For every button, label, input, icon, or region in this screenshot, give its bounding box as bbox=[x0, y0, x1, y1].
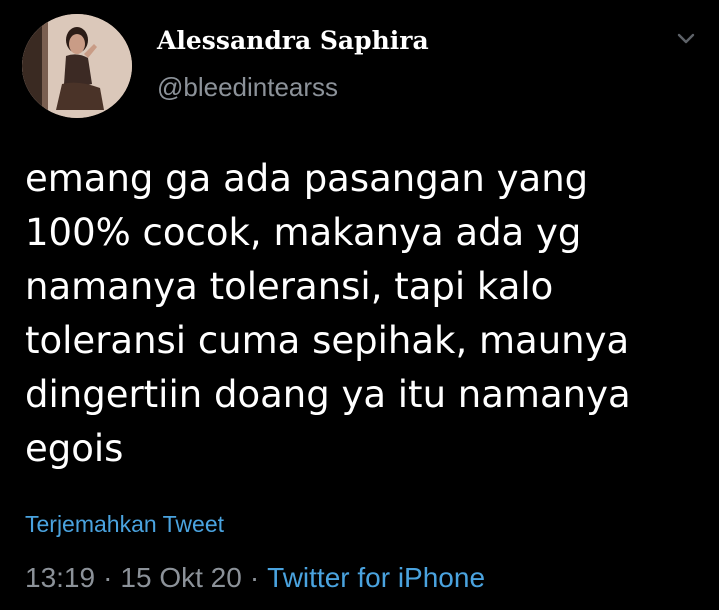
meta-separator: · bbox=[103, 562, 113, 593]
tweet-text-line: toleransi cuma sepihak, maunya bbox=[25, 319, 630, 362]
avatar-photo bbox=[22, 14, 132, 118]
tweet-source-link[interactable]: Twitter for iPhone bbox=[267, 559, 485, 597]
author-handle[interactable]: @bleedintearss bbox=[157, 70, 338, 104]
avatar[interactable] bbox=[22, 14, 132, 118]
translate-tweet-link[interactable]: Terjemahkan Tweet bbox=[25, 509, 224, 539]
tweet-text-line: 100% cocok, makanya ada yg bbox=[25, 211, 582, 254]
tweet-text-line: emang ga ada pasangan yang bbox=[25, 157, 589, 200]
author-display-name[interactable]: Alessandra Saphira bbox=[157, 24, 429, 58]
tweet-time[interactable]: 13:19 bbox=[25, 559, 95, 597]
tweet-text-line: egois bbox=[25, 427, 124, 470]
tweet-meta: 13:19 · 15 Okt 20 · Twitter for iPhone bbox=[25, 559, 485, 597]
tweet-text: emang ga ada pasangan yang 100% cocok, m… bbox=[25, 152, 685, 476]
tweet-date[interactable]: 15 Okt 20 bbox=[120, 559, 241, 597]
tweet-text-line: namanya toleransi, tapi kalo bbox=[25, 265, 554, 308]
chevron-down-icon[interactable] bbox=[671, 26, 701, 52]
meta-separator: · bbox=[249, 562, 260, 593]
tweet-card: Alessandra Saphira @bleedintearss emang … bbox=[0, 0, 719, 610]
tweet-text-line: dingertiin doang ya itu namanya bbox=[25, 373, 631, 416]
